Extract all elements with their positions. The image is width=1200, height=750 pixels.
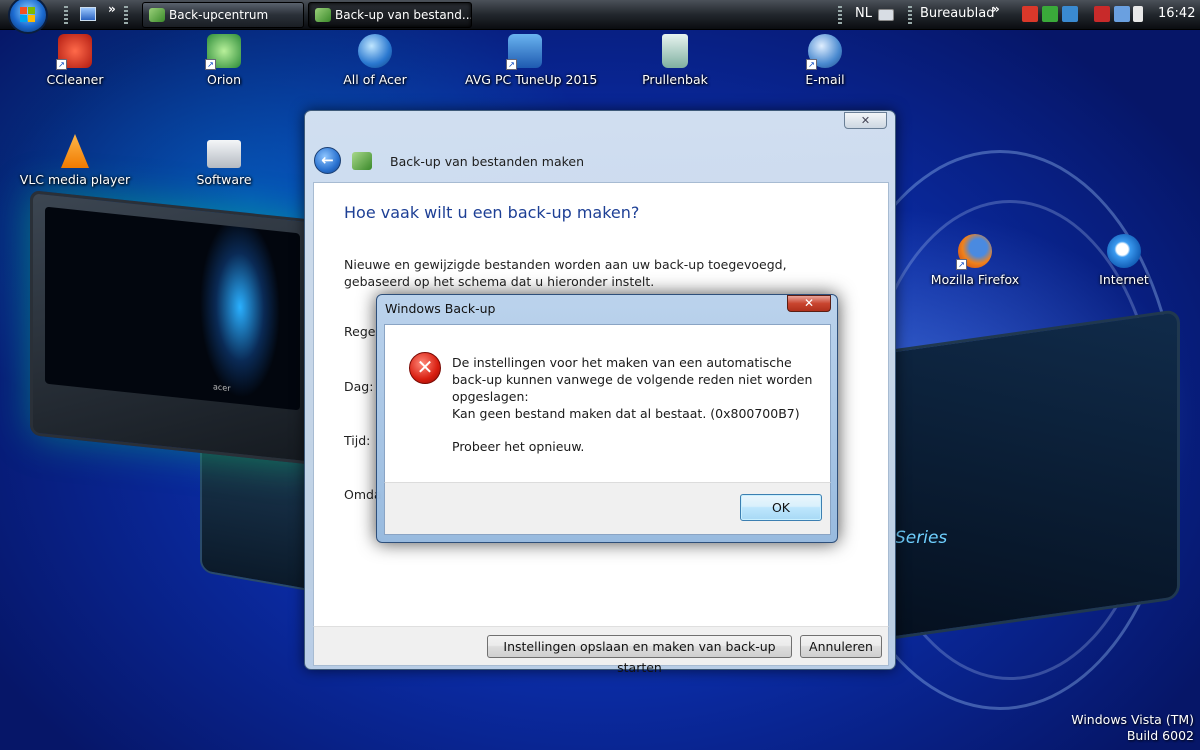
wizard-footer: Instellingen opslaan en maken van back-u… — [313, 626, 889, 675]
desktop-icon-label: Prullenbak — [642, 72, 708, 87]
taskbar-button-label: Back-up van bestand... — [335, 8, 472, 22]
field-label-day: Dag: — [344, 379, 374, 394]
shortcut-arrow-icon: ↗ — [806, 59, 817, 70]
internet-explorer-icon — [1107, 234, 1141, 268]
wallpaper-laptop-left: acer — [30, 190, 315, 465]
shortcut-arrow-icon: ↗ — [956, 259, 967, 270]
taskbar-button-label: Back-upcentrum — [169, 8, 269, 22]
language-indicator[interactable]: NL — [855, 6, 872, 21]
folder-icon — [207, 140, 241, 168]
taskbar: » Back-upcentrum Back-up van bestand... … — [0, 0, 1200, 34]
watermark-line: Windows Vista (TM) — [1071, 712, 1194, 727]
retry-hint: Probeer het opnieuw. — [452, 439, 585, 454]
volume-tray-icon[interactable] — [1133, 6, 1143, 22]
back-arrow-button[interactable]: ← — [314, 147, 341, 174]
wallpaper-laptop-right — [880, 308, 1180, 642]
shortcut-arrow-icon: ↗ — [506, 59, 517, 70]
taskbar-grip[interactable] — [838, 6, 842, 24]
field-label-schedule: Regel — [344, 324, 379, 339]
vlc-icon — [61, 134, 89, 168]
wizard-description: Nieuwe en gewijzigde bestanden worden aa… — [344, 257, 787, 289]
show-desktop-icon[interactable] — [80, 7, 96, 21]
avg-tuneup-icon: ↗ — [506, 34, 542, 70]
desktop-icon-label: Software — [196, 172, 252, 187]
clock[interactable]: 16:42 — [1158, 6, 1195, 21]
backup-icon — [352, 152, 372, 170]
desktop-toolbar-label[interactable]: Bureaublad — [920, 6, 995, 21]
taskbar-grip[interactable] — [64, 6, 68, 24]
desktop-icon-software[interactable]: Software — [164, 134, 284, 187]
error-dialog: Windows Back-up ✕ ✕ De instellingen voor… — [376, 294, 838, 543]
desktop-icon-label: VLC media player — [19, 172, 131, 187]
error-icon: ✕ — [409, 352, 441, 384]
desktop-icon-label: Orion — [206, 72, 242, 87]
desktop-icon-label: CCleaner — [46, 72, 104, 87]
taskbar-button-backup-wizard[interactable]: Back-up van bestand... — [308, 2, 472, 28]
keyboard-icon[interactable] — [878, 9, 894, 21]
quicklaunch-chevron[interactable]: » — [108, 2, 116, 16]
start-button[interactable] — [8, 0, 48, 34]
watermark-line: Build 6002 — [1126, 728, 1194, 743]
desktop-icon-internet[interactable]: Internet — [1064, 234, 1184, 287]
error-dialog-close-button[interactable]: ✕ — [787, 295, 831, 312]
error-dialog-footer: OK — [384, 482, 831, 535]
desktop-icon-email[interactable]: ↗ E-mail — [765, 34, 885, 87]
shortcut-arrow-icon: ↗ — [205, 59, 216, 70]
desktop-icon-ccleaner[interactable]: ↗ CCleaner — [15, 34, 135, 87]
desktop-icon-label: AVG PC TuneUp 2015 — [465, 72, 598, 87]
desktop-icon-avg-tuneup[interactable]: ↗ AVG PC TuneUp 2015 — [465, 34, 598, 87]
desktop-icon-label: E-mail — [805, 72, 845, 87]
desktop-icon-recycle-bin[interactable]: Prullenbak — [615, 34, 735, 87]
wallpaper-laptop-screen — [45, 206, 300, 411]
desktop-toolbar-chevron[interactable]: » — [992, 2, 1000, 16]
desktop-icon-firefox[interactable]: ↗ Mozilla Firefox — [915, 234, 1035, 287]
power-tray-icon[interactable] — [1094, 6, 1110, 22]
orion-icon: ↗ — [205, 34, 241, 70]
wizard-title: Back-up van bestanden maken — [390, 154, 585, 169]
desktop-icon-label: All of Acer — [343, 72, 407, 87]
wallpaper-laptop-brand: acer — [213, 382, 231, 394]
desktop-icon-all-of-acer[interactable]: All of Acer — [315, 34, 435, 87]
firefox-icon: ↗ — [956, 234, 992, 270]
email-icon: ↗ — [806, 34, 842, 70]
wizard-heading: Hoe vaak wilt u een back-up maken? — [344, 203, 640, 222]
acer-globe-icon — [358, 34, 392, 68]
taskbar-grip[interactable] — [908, 6, 912, 24]
field-label-time: Tijd: — [344, 433, 371, 448]
recycle-bin-icon — [662, 34, 688, 68]
error-message: De instellingen voor het maken van een a… — [452, 355, 813, 404]
shortcut-arrow-icon: ↗ — [56, 59, 67, 70]
os-watermark: Windows Vista (TM) Build 6002 — [1071, 712, 1194, 744]
cancel-button[interactable]: Annuleren — [800, 635, 882, 658]
windows-flag-icon — [20, 7, 36, 23]
desktop-icon-orion[interactable]: ↗ Orion — [164, 34, 284, 87]
error-dialog-body: ✕ De instellingen voor het maken van een… — [384, 324, 831, 482]
desktop-icon-label: Internet — [1099, 272, 1149, 287]
save-and-start-backup-button[interactable]: Instellingen opslaan en maken van back-u… — [487, 635, 792, 675]
backup-icon — [149, 8, 165, 22]
monitor-tray-icon[interactable] — [1114, 6, 1130, 22]
taskbar-button-backup-center[interactable]: Back-upcentrum — [142, 2, 304, 28]
desktop-icon-vlc[interactable]: VLC media player — [15, 134, 135, 187]
wallpaper-series-text: Series — [895, 528, 948, 548]
security-tray-icon[interactable] — [1042, 6, 1058, 22]
desktop-icon-label: Mozilla Firefox — [930, 272, 1020, 287]
ccleaner-icon: ↗ — [56, 34, 92, 70]
error-detail: Kan geen bestand maken dat al bestaat. (… — [452, 406, 800, 421]
network-tray-icon[interactable] — [1062, 6, 1078, 22]
ok-button[interactable]: OK — [740, 494, 822, 521]
taskbar-grip[interactable] — [124, 6, 128, 24]
backup-icon — [315, 8, 331, 22]
wizard-nav-bar: ← Back-up van bestanden maken — [314, 147, 714, 175]
error-dialog-title: Windows Back-up — [385, 301, 496, 316]
ccleaner-tray-icon[interactable] — [1022, 6, 1038, 22]
wizard-close-button[interactable]: ✕ — [844, 112, 887, 129]
